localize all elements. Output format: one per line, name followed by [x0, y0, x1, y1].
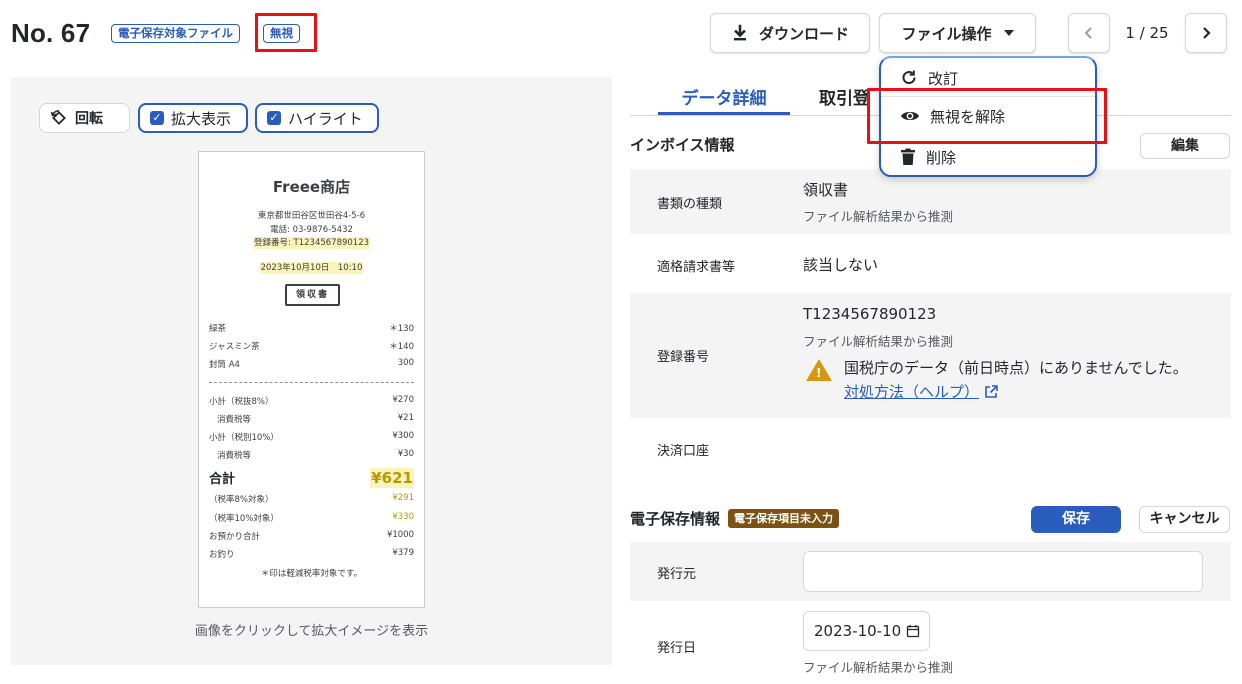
- receipt-breakdown-row: お釣り ¥379: [209, 548, 414, 560]
- document-number: No. 67: [11, 18, 91, 48]
- issuer-label: 発行元: [657, 567, 697, 582]
- menu-item-delete-label: 削除: [926, 148, 957, 167]
- warning-text: 国税庁のデータ（前日時点）にありませんでした。: [844, 359, 1188, 377]
- highlight-checkbox-checked-icon[interactable]: ✓: [267, 111, 281, 125]
- cancel-button[interactable]: キャンセル: [1139, 506, 1230, 533]
- rotate-icon: [50, 109, 66, 125]
- chevron-left-icon: [1084, 27, 1092, 39]
- receipt-shop-name: Freee商店: [272, 178, 351, 196]
- file-operations-button[interactable]: ファイル操作: [879, 13, 1036, 53]
- menu-item-revise-label: 改訂: [928, 69, 959, 88]
- page-indicator: 1 / 25: [1125, 24, 1169, 42]
- qualified-invoice-row: 適格請求書等 該当しない: [630, 234, 1231, 293]
- doc-type-value: 領収書: [803, 181, 849, 199]
- receipt-summary-row: 消費税等 ¥21: [217, 413, 414, 425]
- issue-date-row: 発行日 2023-10-10 ファイル解析結果から推測: [630, 601, 1231, 684]
- chevron-right-icon: [1203, 27, 1211, 39]
- receipt-registration-number: 登録番号: T1234567890123: [252, 237, 371, 249]
- issue-date-label: 発行日: [657, 641, 697, 656]
- highlight-toggle[interactable]: ✓ ハイライト: [255, 103, 379, 133]
- issuer-row: 発行元: [630, 542, 1231, 601]
- receipt-summary-row: 小計（税別10%） ¥300: [209, 431, 414, 443]
- issue-date-source: ファイル解析結果から推測: [803, 660, 954, 675]
- receipt-total-row: 合計 ¥621: [209, 468, 414, 488]
- receipt-image[interactable]: Freee商店 東京都世田谷区世田谷4-5-6 電話: 03-9876-5432…: [198, 151, 425, 608]
- help-link[interactable]: 対処方法（ヘルプ）: [844, 383, 979, 401]
- receipt-item-row: 緑茶 ＊130: [209, 324, 414, 334]
- receipt-preview-panel: 回転 ✓ 拡大表示 ✓ ハイライト Freee商店 東京都世田谷区世田谷4-5-…: [11, 77, 612, 665]
- issue-date-value: 2023-10-10: [814, 622, 902, 640]
- download-icon: [733, 24, 746, 41]
- receipt-breakdown-row: （税率8%対象） ¥291: [209, 493, 414, 505]
- ignore-status-tag: 無視: [263, 24, 300, 43]
- qualified-invoice-label: 適格請求書等: [657, 260, 736, 275]
- qualified-invoice-value: 該当しない: [803, 256, 879, 274]
- doc-type-row: 書類の種類 領収書 ファイル解析結果から推測: [630, 169, 1231, 234]
- estore-target-tag: 電子保存対象ファイル: [111, 24, 240, 43]
- receipt-item-row: ジャスミン茶 ＊140: [209, 342, 414, 352]
- estore-section-title: 電子保存情報 電子保存項目未入力: [630, 508, 840, 529]
- zoom-checkbox-checked-icon[interactable]: ✓: [150, 111, 164, 125]
- download-button[interactable]: ダウンロード: [710, 13, 870, 53]
- zoom-toggle[interactable]: ✓ 拡大表示: [138, 103, 248, 133]
- estore-title: 電子保存情報: [630, 510, 721, 528]
- receipt-phone: 電話: 03-9876-5432: [270, 225, 353, 235]
- receipt-summary-row: 消費税等 ¥30: [217, 449, 414, 461]
- edit-button[interactable]: 編集: [1140, 133, 1230, 159]
- receipt-breakdown-row: お預かり合計 ¥1000: [209, 530, 414, 542]
- calendar-icon[interactable]: [906, 624, 920, 638]
- highlight-label: ハイライト: [288, 109, 363, 128]
- invoice-section-title: インボイス情報: [630, 136, 735, 154]
- next-page-button[interactable]: [1185, 13, 1227, 53]
- trash-icon: [901, 148, 915, 165]
- receipt-address: 東京都世田谷区世田谷4-5-6: [257, 211, 366, 221]
- menu-item-delete[interactable]: 削除: [881, 138, 1095, 176]
- menu-item-unignore-label: 無視を解除: [930, 107, 1006, 126]
- tab-transaction-register[interactable]: 取引登: [819, 84, 870, 109]
- doc-type-source: ファイル解析結果から推測: [803, 209, 954, 224]
- receipt-datetime: 2023年10月10日 10:10: [259, 262, 364, 274]
- estore-missing-badge: 電子保存項目未入力: [728, 509, 840, 528]
- payment-account-label: 決済口座: [657, 444, 710, 459]
- external-link-icon[interactable]: [983, 384, 999, 400]
- eye-icon: [901, 111, 919, 121]
- issue-date-input[interactable]: 2023-10-10: [803, 611, 930, 651]
- registration-number-source: ファイル解析結果から推測: [803, 334, 954, 349]
- menu-item-unignore[interactable]: 無視を解除: [881, 97, 1095, 135]
- registration-number-label: 登録番号: [657, 350, 710, 365]
- save-button[interactable]: 保存: [1031, 506, 1121, 533]
- caret-down-icon: [1003, 30, 1014, 36]
- issuer-input[interactable]: [803, 551, 1203, 592]
- download-label: ダウンロード: [758, 24, 849, 43]
- registration-number-row: 登録番号 T1234567890123 ファイル解析結果から推測 ! 国税庁のデ…: [630, 293, 1231, 418]
- receipt-stamp: 領収書: [285, 284, 340, 306]
- receipt-summary-row: 小計（税抜8%） ¥270: [209, 395, 414, 407]
- rotate-label: 回転: [75, 111, 103, 127]
- rotate-button[interactable]: 回転: [39, 103, 130, 133]
- receipt-breakdown-row: （税率10%対象） ¥330: [209, 512, 414, 524]
- payment-account-row: 決済口座: [630, 418, 1231, 480]
- receipt-divider: [209, 382, 414, 383]
- refresh-icon: [902, 70, 916, 85]
- warning-icon: !: [806, 359, 832, 381]
- file-operations-menu: 改訂 無視を解除 削除: [879, 56, 1097, 177]
- file-operations-label: ファイル操作: [901, 24, 992, 43]
- receipt-item-row: 封筒 A4 300: [209, 358, 414, 370]
- preview-caption: 画像をクリックして拡大イメージを表示: [194, 624, 429, 639]
- registration-number-value: T1234567890123: [803, 305, 937, 323]
- doc-type-label: 書類の種類: [657, 197, 723, 212]
- menu-item-revise[interactable]: 改訂: [881, 59, 1095, 97]
- receipt-note: ＊印は軽減税率対象です。: [260, 569, 363, 579]
- previous-page-button[interactable]: [1068, 13, 1110, 53]
- zoom-label: 拡大表示: [171, 109, 232, 128]
